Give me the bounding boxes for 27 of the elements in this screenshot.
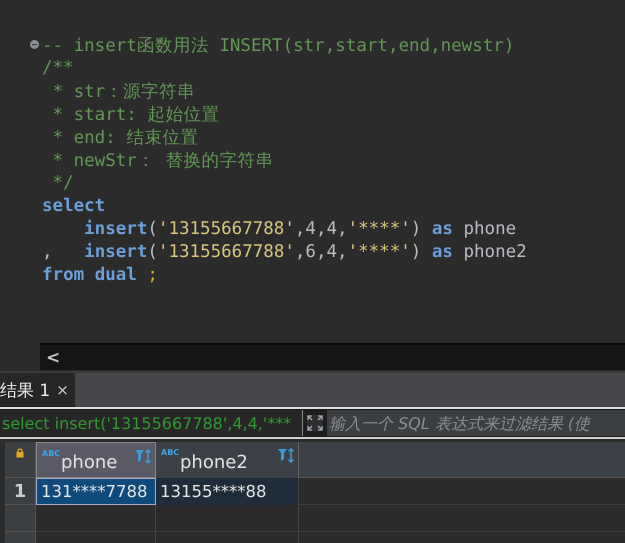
code-line: from dual ; xyxy=(42,264,158,284)
code-line: /** xyxy=(42,58,74,78)
table-cell[interactable]: 131****7788 xyxy=(36,478,156,505)
horizontal-scrollbar[interactable]: < xyxy=(40,343,625,370)
code-line: */ xyxy=(52,172,74,192)
code-line: -- insert函数用法 INSERT(str,start,end,newstr) xyxy=(42,34,514,56)
code-line: * str：源字符串 xyxy=(52,80,196,102)
result-tab[interactable]: 结果 1 × xyxy=(0,373,75,407)
code-line: insert('13155667788',4,4,'****') as phone xyxy=(83,218,516,238)
filter-field[interactable]: 输入一个 SQL 表达式来过滤结果 (使 xyxy=(327,410,625,436)
close-icon[interactable]: × xyxy=(56,381,69,399)
query-field[interactable]: select insert('13155667788',4,4,'*** xyxy=(0,410,303,436)
code-line: * start: 起始位置 xyxy=(52,104,220,126)
expand-icon[interactable] xyxy=(307,415,323,431)
code-line: * end: 结束位置 xyxy=(52,126,198,148)
row-number[interactable]: 1 xyxy=(5,478,36,505)
fold-icon[interactable] xyxy=(30,40,39,49)
filter-sort-icon[interactable] xyxy=(277,448,295,464)
code-line: select xyxy=(42,196,106,216)
row-number-cell xyxy=(5,505,36,532)
scroll-left-button[interactable]: < xyxy=(46,348,60,368)
code-line: , insert('13155667788',6,4,'****') as phone2 xyxy=(42,242,527,262)
table-cell[interactable]: 13155****88 xyxy=(156,478,299,505)
lock-icon xyxy=(16,448,24,458)
type-label: ABC xyxy=(42,449,60,458)
type-label: ABC xyxy=(161,448,180,457)
code-line: * newStr： 替换的字符串 xyxy=(52,150,274,172)
